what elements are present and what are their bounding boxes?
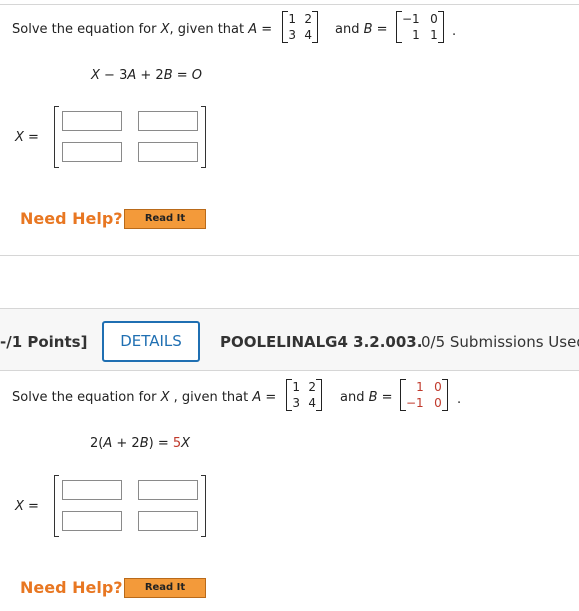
eq-text: − 3 (99, 68, 128, 83)
section-divider (0, 255, 579, 256)
equals-sign: = (261, 390, 277, 405)
answer-cell-2-2[interactable] (138, 142, 198, 162)
problem-code: POOLELINALG4 3.2.003. (220, 333, 423, 351)
problem1-equation: X − 3A + 2B = O (91, 68, 202, 83)
matrix-entry: 0 (430, 12, 438, 26)
matrix-entry: 4 (308, 396, 316, 410)
matrix-entry: −1 (406, 396, 424, 410)
matrix-entry: 3 (292, 396, 300, 410)
prompt-var: X (160, 390, 170, 405)
problem2-matrix-b: 1 0 −1 0 (400, 379, 448, 411)
a-label: A (252, 390, 262, 405)
matrix-entry: 1 (412, 28, 420, 42)
problem1-matrix-b: −1 0 1 1 (396, 11, 444, 43)
problem1-and: and B = (335, 22, 388, 37)
problem2-answer-matrix (54, 475, 206, 537)
eq-text: ) = (148, 436, 173, 451)
prompt-text-mid: , given that (169, 390, 253, 405)
and-text: and (340, 390, 369, 405)
problem2-equation: 2(A + 2B) = 5X (90, 436, 190, 451)
and-text: and (335, 22, 364, 37)
header-top-border (0, 308, 579, 309)
matrix-entry: 4 (304, 28, 312, 42)
problem2-and: and B = (340, 390, 393, 405)
eq-b: B (163, 68, 173, 83)
read-it-button[interactable]: Read It (124, 209, 206, 229)
prompt-text: Solve the equation for (12, 22, 161, 37)
matrix-entry: 1 (430, 28, 438, 42)
matrix-entry: 0 (434, 396, 442, 410)
details-button[interactable]: DETAILS (102, 321, 200, 362)
top-divider (0, 4, 579, 5)
b-label: B (363, 22, 373, 37)
answer-cell-1-1[interactable] (62, 111, 122, 131)
eq-a: A (103, 436, 113, 451)
answer-cell-1-1[interactable] (62, 480, 122, 500)
equals-sign: = (372, 22, 388, 37)
problem2-matrix-a: 1 2 3 4 (286, 379, 322, 411)
matrix-entry: 1 (416, 380, 424, 394)
eq-a: A (127, 68, 137, 83)
eq-b: B (139, 436, 149, 451)
eq-x: X (91, 68, 100, 83)
a-label: A (248, 22, 258, 37)
problem1-prompt: Solve the equation for X, given that A = (12, 22, 272, 37)
need-help-label: Need Help? (20, 578, 123, 597)
matrix-entry: 2 (308, 380, 316, 394)
period: . (452, 24, 457, 39)
answer-cell-2-1[interactable] (62, 142, 122, 162)
matrix-entry: 0 (434, 380, 442, 394)
prompt-text-mid: , given that (169, 22, 249, 37)
equals-sign: = (377, 390, 393, 405)
eq-zero-matrix: O (191, 68, 203, 83)
prompt-var: X (160, 22, 170, 37)
answer-cell-2-1[interactable] (62, 511, 122, 531)
eq-x: X (181, 436, 191, 451)
matrix-entry: −1 (402, 12, 420, 26)
problem1-matrix-a: 1 2 3 4 (282, 11, 318, 43)
prompt-text: Solve the equation for (12, 390, 161, 405)
period: . (457, 392, 462, 407)
matrix-entry: 1 (288, 12, 296, 26)
answer-cell-1-2[interactable] (138, 111, 198, 131)
matrix-entry: 3 (288, 28, 296, 42)
x-label: X = (15, 499, 39, 514)
header-bottom-border (0, 370, 579, 371)
submissions-count: 0/5 Submissions Used (421, 333, 579, 351)
b-label: B (368, 390, 378, 405)
matrix-entry: 2 (304, 12, 312, 26)
eq-text: + 2 (112, 436, 140, 451)
eq-text: 2( (90, 436, 104, 451)
problem1-answer-matrix (54, 106, 206, 168)
points-label: -/1 Points] (0, 333, 88, 351)
eq-text: = (172, 68, 192, 83)
answer-cell-2-2[interactable] (138, 511, 198, 531)
read-it-button[interactable]: Read It (124, 578, 206, 598)
matrix-entry: 1 (292, 380, 300, 394)
equals-sign: = (257, 22, 273, 37)
eq-coefficient: 5 (172, 436, 182, 451)
x-label: X = (15, 130, 39, 145)
problem2-prompt: Solve the equation for X , given that A … (12, 390, 276, 405)
answer-cell-1-2[interactable] (138, 480, 198, 500)
need-help-label: Need Help? (20, 209, 123, 228)
eq-text: + 2 (136, 68, 164, 83)
